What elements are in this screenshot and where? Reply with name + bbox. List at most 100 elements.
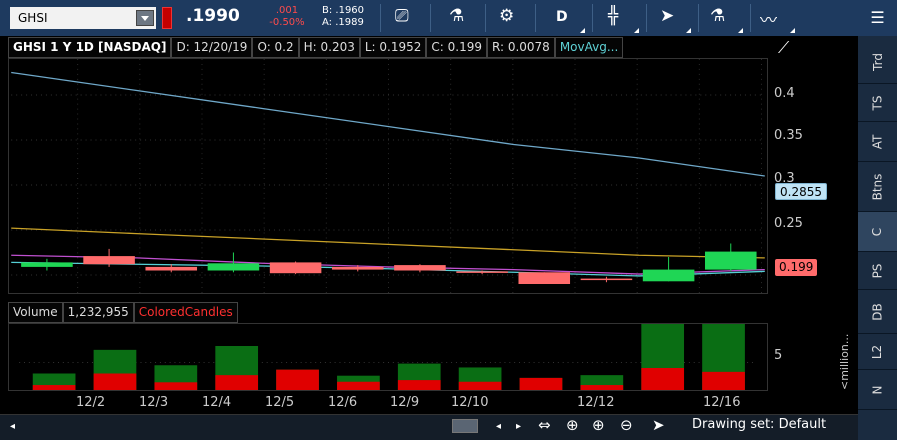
change-percent: -0.50%: [269, 17, 305, 28]
toolbar-separator: [485, 4, 486, 32]
close-field: C: 0.199: [426, 37, 487, 58]
volume-bar-down: [519, 377, 563, 390]
toolbar-separator: [430, 4, 431, 32]
toolbar-separator: [380, 4, 381, 32]
volume-value: 1,232,955: [62, 302, 134, 323]
volume-bar-down: [215, 375, 259, 390]
sidebar-tab-db[interactable]: DB: [858, 290, 897, 334]
sidebar-tab-btns[interactable]: Btns: [858, 162, 897, 212]
chart-header: GHSI 1 Y 1D [NASDAQ] D: 12/20/19 O: 0.2 …: [8, 37, 624, 58]
crosshair-icon[interactable]: ⊕: [566, 416, 579, 434]
toolbar-separator: [646, 4, 647, 32]
screen-share-icon[interactable]: ⎚: [395, 6, 409, 26]
volume-bar-down: [93, 373, 137, 390]
menu-icon[interactable]: ☰: [858, 0, 897, 36]
volume-header: Volume 1,232,955 ColoredCandles: [8, 302, 238, 323]
sidebar-tab-label: L2: [870, 344, 885, 359]
candle-body: [331, 266, 384, 270]
scroll-left-icon[interactable]: ◂: [10, 421, 15, 432]
scroll-back-icon[interactable]: ◂: [496, 421, 501, 432]
chart-title[interactable]: GHSI 1 Y 1D [NASDAQ]: [8, 37, 172, 58]
x-tick-label: 12/5: [265, 395, 295, 410]
ask-value: A: .1989: [322, 17, 364, 28]
sidebar-tab-label: AT: [870, 134, 885, 149]
gear-icon[interactable]: ⚙: [499, 6, 514, 26]
sidebar-tab-label: N: [870, 385, 885, 394]
toolbar-separator: [750, 4, 751, 32]
symbol-input[interactable]: GHSI: [10, 7, 156, 29]
sidebar-tab-label: Btns: [870, 173, 885, 200]
x-tick-label: 12/2: [76, 395, 106, 410]
expand-icon[interactable]: ⇔: [538, 416, 551, 434]
bid-ask: B: .1960 A: .1989: [322, 5, 364, 29]
volume-bar-down: [154, 382, 198, 390]
candles-style-icon[interactable]: ╬: [608, 6, 618, 26]
volume-bar-down: [337, 381, 380, 390]
sidebar-tab-trd[interactable]: Trd: [858, 40, 897, 84]
flask-icon[interactable]: ⚗: [449, 6, 464, 26]
price-chart[interactable]: [8, 58, 768, 294]
volume-label: Volume: [8, 302, 63, 323]
candle-body: [145, 266, 198, 271]
style-dropdown-icon[interactable]: [634, 28, 639, 33]
sidebar-tab-label: Trd: [870, 52, 885, 71]
high-field: H: 0.203: [298, 37, 360, 58]
y-tick-label: 0.25: [774, 216, 803, 231]
symbol-dropdown-button[interactable]: [136, 10, 154, 26]
timeframe-dropdown-icon[interactable]: [580, 28, 585, 33]
sidebar-tab-c[interactable]: C: [858, 212, 897, 252]
x-tick-label: 12/16: [703, 395, 741, 410]
sidebar-tab-label: DB: [870, 302, 885, 321]
bid-value: B: .1960: [322, 5, 365, 16]
alert-flag-icon[interactable]: [162, 7, 172, 29]
candle-body: [269, 262, 322, 274]
volume-axis-label: <million...: [838, 333, 851, 390]
drawing-set-selector[interactable]: Drawing set: Default: [692, 417, 826, 432]
timeframe-button[interactable]: D: [556, 9, 568, 25]
zoom-out-icon[interactable]: ⊖: [620, 416, 633, 434]
study-label[interactable]: MovAvg...: [554, 37, 624, 58]
x-tick-label: 12/9: [390, 395, 420, 410]
price-change: .001 -0.50%: [262, 5, 312, 29]
x-tick-label: 12/10: [451, 395, 489, 410]
change-value: .001: [275, 5, 299, 16]
volume-bar-down: [580, 385, 624, 390]
volume-bar-down: [641, 368, 685, 390]
toolbar: GHSI .1990 .001 -0.50% B: .1960 A: .1989…: [0, 0, 897, 36]
sidebar-tab-ps[interactable]: PS: [858, 252, 897, 290]
studies-icon[interactable]: ⚗: [710, 6, 725, 26]
scroll-forward-icon[interactable]: ▸: [516, 421, 521, 432]
sidebar-tab-l2[interactable]: L2: [858, 334, 897, 370]
y-tick-label: 0.35: [774, 128, 803, 143]
sidebar-tab-at[interactable]: AT: [858, 122, 897, 162]
scrollbar-thumb[interactable]: [452, 419, 478, 433]
volume-bar-down: [276, 369, 319, 390]
zoom-in-icon[interactable]: ⊕: [592, 416, 605, 434]
x-tick-label: 12/3: [139, 395, 169, 410]
toolbar-separator: [592, 4, 593, 32]
last-price-badge: 0.199: [775, 259, 818, 276]
drawings-dropdown-icon[interactable]: [790, 28, 795, 33]
low-field: L: 0.1952: [359, 37, 427, 58]
pointer-icon[interactable]: ➤: [652, 416, 665, 434]
volume-tick-label: 5: [774, 348, 783, 363]
sidebar-tab-ts[interactable]: TS: [858, 84, 897, 122]
candle-body: [456, 271, 508, 273]
drawings-icon[interactable]: 〰: [760, 6, 777, 31]
cursor-dropdown-icon[interactable]: [686, 28, 691, 33]
last-price: .1990: [186, 6, 240, 26]
sidebar-tab-label: C: [870, 227, 885, 236]
candle-body: [207, 263, 260, 271]
volume-chart[interactable]: [8, 323, 768, 391]
sidebar-tab-n[interactable]: N: [858, 370, 897, 410]
candle-body: [642, 269, 695, 282]
ma-price-badge: 0.2855: [775, 183, 827, 200]
x-tick-label: 12/4: [202, 395, 232, 410]
volume-study-label[interactable]: ColoredCandles: [133, 302, 238, 323]
candle-body: [21, 262, 73, 267]
volume-bar-down: [397, 380, 441, 390]
cursor-icon[interactable]: ➤: [660, 6, 674, 26]
chart-style-icon[interactable]: ⟋: [778, 38, 789, 58]
sidebar-tab-label: TS: [870, 95, 885, 110]
studies-dropdown-icon[interactable]: [738, 28, 743, 33]
